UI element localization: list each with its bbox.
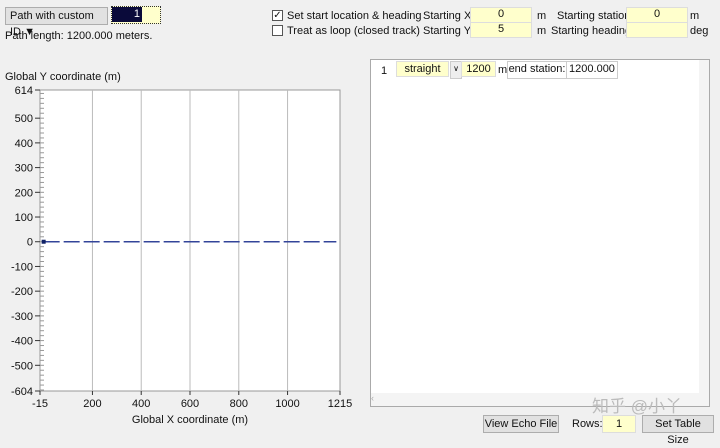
x-axis-label: Global X coordinate (m) [132, 414, 248, 426]
row-index: 1 [381, 65, 388, 77]
y-tick-label: -300 [11, 311, 33, 323]
unit-label: m [537, 10, 547, 22]
x-tick-label: 200 [83, 398, 101, 410]
path-chart: Global Y coordinate (m) Global X coordin… [5, 71, 352, 426]
starting-y-label: Starting Y: [423, 25, 474, 37]
view-echo-file-button[interactable]: View Echo File [483, 415, 559, 433]
starting-y-input[interactable]: 5 [470, 22, 532, 38]
x-tick-label: 800 [230, 398, 248, 410]
starting-heading-label: Starting heading: [551, 25, 635, 37]
starting-x-input[interactable]: 0 [470, 7, 532, 23]
y-tick-label: 300 [15, 163, 33, 175]
segment-type-select[interactable]: straight [396, 61, 449, 77]
starting-station-input[interactable]: 0 [626, 7, 688, 23]
y-axis-label: Global Y coordinate (m) [5, 71, 121, 83]
y-tick-label: -200 [11, 286, 33, 298]
unit-label: m [498, 64, 508, 76]
x-tick-label: 600 [181, 398, 199, 410]
y-tick-label: 100 [15, 212, 33, 224]
starting-heading-input[interactable] [626, 22, 688, 38]
segment-length-input[interactable]: 1200 [461, 61, 496, 77]
x-tick-label: 1000 [275, 398, 299, 410]
unit-label: deg [690, 25, 709, 37]
vertical-scrollbar[interactable] [699, 60, 709, 393]
y-tick-label: 500 [15, 113, 33, 125]
y-tick-label: -400 [11, 336, 33, 348]
y-tick-label: 400 [15, 138, 33, 150]
end-station-value: 1200.000 [566, 61, 618, 79]
path-start-marker [41, 239, 46, 244]
x-tick-label: 1215 [328, 398, 352, 410]
segment-table: 1 straight ∨ 1200 m end station: 1200.00… [370, 59, 710, 407]
y-tick-label: -604 [11, 386, 33, 398]
y-tick-label: 200 [15, 187, 33, 199]
y-tick-label: 614 [15, 85, 33, 97]
y-tick-label: 0 [27, 237, 33, 249]
x-tick-label: 400 [132, 398, 150, 410]
starting-station-label: Starting station: [557, 10, 634, 22]
y-tick-label: -500 [11, 360, 33, 372]
end-station-label: end station: [507, 61, 567, 79]
unit-label: m [690, 10, 700, 22]
set-table-size-button[interactable]: Set Table Size [642, 415, 714, 446]
rows-label: Rows: [572, 418, 603, 430]
starting-x-label: Starting X: [423, 10, 475, 22]
unit-label: m [537, 25, 547, 37]
x-tick-label: -15 [32, 398, 48, 410]
watermark: 知乎 @小丫 [592, 397, 682, 416]
rows-input[interactable]: 1 [602, 415, 636, 433]
y-tick-label: -100 [11, 261, 33, 273]
